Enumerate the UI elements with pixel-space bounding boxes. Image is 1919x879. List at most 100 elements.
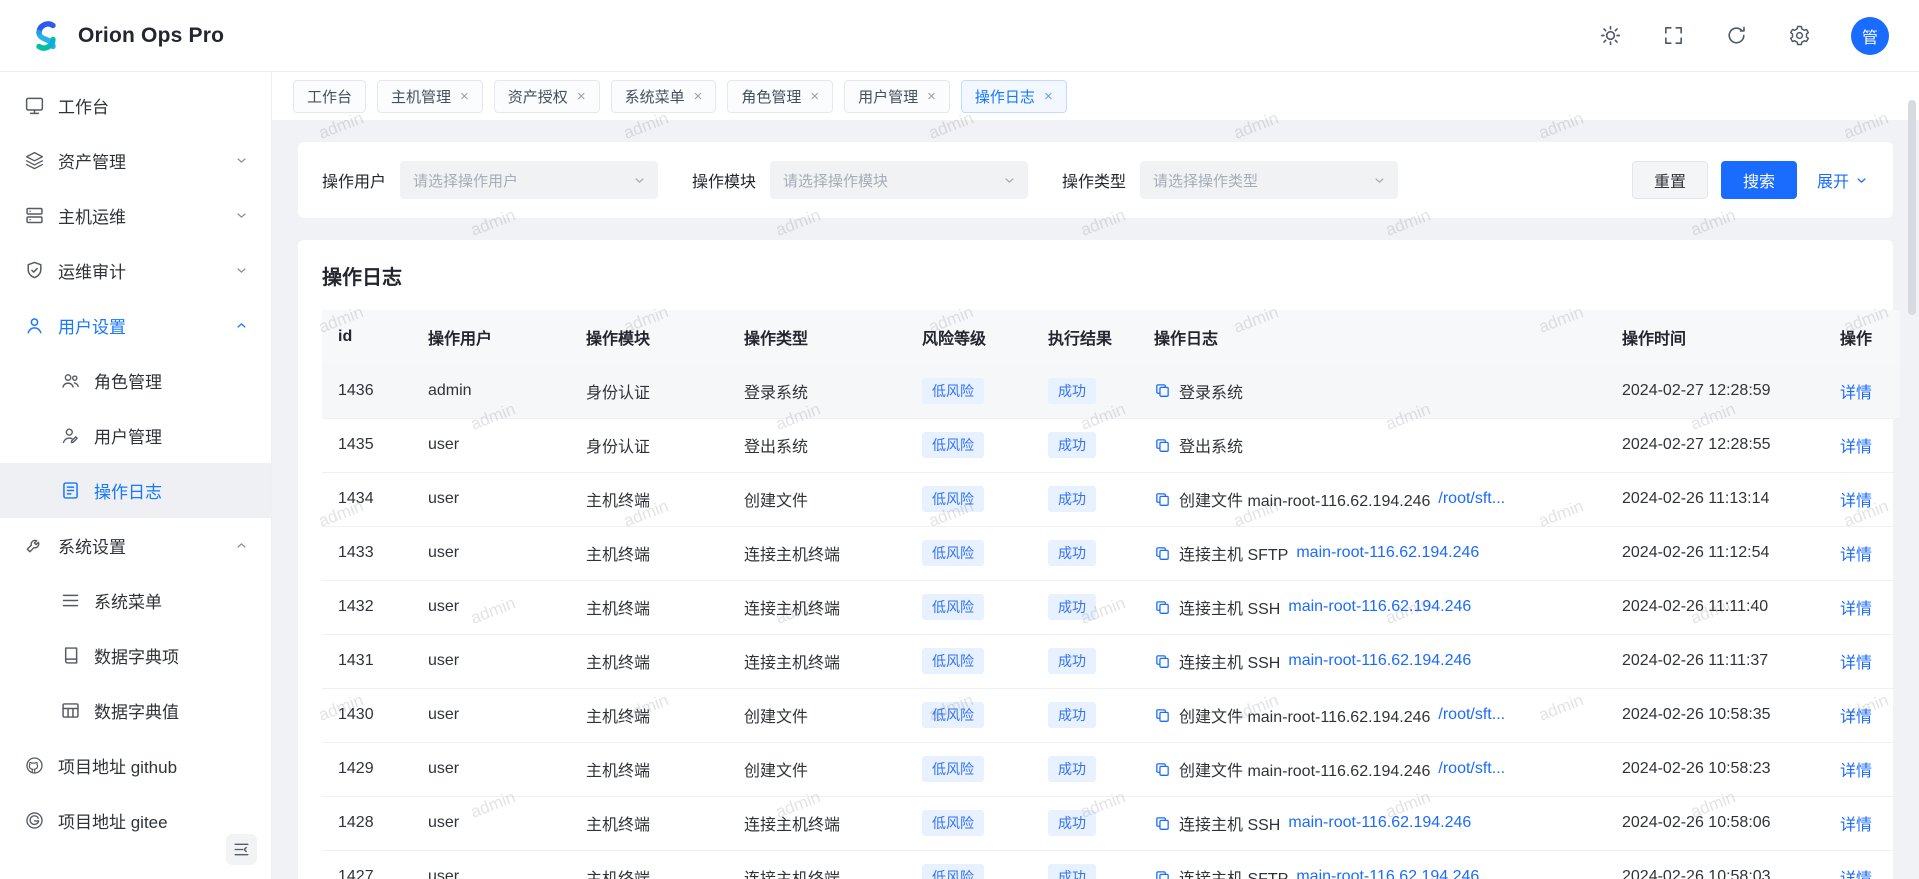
log-text: 创建文件 main-root-116.62.194.246 [1179, 703, 1430, 727]
cell-type: 连接主机终端 [728, 850, 906, 879]
sidebar-item-host-ops[interactable]: 主机运维 [0, 188, 271, 243]
table-row: 1428user主机终端连接主机终端低风险成功连接主机 SSHmain-root… [322, 796, 1900, 850]
copy-icon[interactable] [1154, 382, 1171, 399]
copy-icon[interactable] [1154, 815, 1171, 832]
detail-link[interactable]: 详情 [1840, 817, 1872, 834]
log-link[interactable]: main-root-116.62.194.246 [1296, 544, 1479, 562]
search-button[interactable]: 搜索 [1721, 161, 1797, 199]
tab-asset-auth[interactable]: 资产授权× [494, 80, 600, 113]
copy-icon[interactable] [1154, 869, 1171, 879]
table-row: 1434user主机终端创建文件低风险成功创建文件 main-root-116.… [322, 472, 1900, 526]
tab-role-manage[interactable]: 角色管理× [727, 80, 833, 113]
cell-action: 详情 [1824, 688, 1900, 742]
sidebar-item-dict-value[interactable]: 数据字典值 [0, 683, 271, 738]
table-row: 1435user身份认证登出系统低风险成功登出系统2024-02-27 12:2… [322, 418, 1900, 472]
sidebar-item-user-manage[interactable]: 用户管理 [0, 408, 271, 463]
refresh-icon[interactable] [1725, 24, 1748, 47]
sidebar-item-system-menu[interactable]: 系统菜单 [0, 573, 271, 628]
sidebar-collapse-button[interactable] [226, 834, 257, 865]
sidebar-item-dict-item[interactable]: 数据字典项 [0, 628, 271, 683]
sidebar-item-role-manage[interactable]: 角色管理 [0, 353, 271, 408]
tab-host-manage[interactable]: 主机管理× [377, 80, 483, 113]
settings-gear-icon[interactable] [1788, 24, 1811, 47]
cell-type: 连接主机终端 [728, 580, 906, 634]
cell-type: 连接主机终端 [728, 526, 906, 580]
copy-icon[interactable] [1154, 545, 1171, 562]
cell-module: 主机终端 [570, 634, 728, 688]
table-row: 1427user主机终端连接主机终端低风险成功连接主机 SFTPmain-roo… [322, 850, 1900, 879]
copy-icon[interactable] [1154, 599, 1171, 616]
close-icon[interactable]: × [927, 89, 936, 104]
detail-link[interactable]: 详情 [1840, 871, 1872, 879]
log-text: 创建文件 main-root-116.62.194.246 [1179, 757, 1430, 781]
close-icon[interactable]: × [1044, 89, 1053, 104]
sidebar-item-ops-audit[interactable]: 运维审计 [0, 243, 271, 298]
cell-user: user [412, 580, 570, 634]
op-type-select[interactable]: 请选择操作类型 [1140, 161, 1398, 199]
detail-link[interactable]: 详情 [1840, 601, 1872, 618]
sidebar-item-op-log[interactable]: 操作日志 [0, 463, 271, 518]
reset-button[interactable]: 重置 [1632, 161, 1708, 199]
sidebar-item-user-settings[interactable]: 用户设置 [0, 298, 271, 353]
cell-type: 登出系统 [728, 418, 906, 472]
app-logo[interactable]: Orion Ops Pro [26, 16, 224, 56]
detail-link[interactable]: 详情 [1840, 439, 1872, 456]
vertical-scrollbar[interactable] [1908, 100, 1916, 315]
copy-icon[interactable] [1154, 653, 1171, 670]
cell-result: 成功 [1032, 742, 1138, 796]
detail-link[interactable]: 详情 [1840, 547, 1872, 564]
result-badge: 成功 [1048, 756, 1096, 782]
filter-label: 操作类型 [1062, 168, 1126, 192]
log-link[interactable]: main-root-116.62.194.246 [1288, 598, 1471, 616]
result-badge: 成功 [1048, 594, 1096, 620]
cell-user: user [412, 688, 570, 742]
table-row: 1430user主机终端创建文件低风险成功创建文件 main-root-116.… [322, 688, 1900, 742]
copy-icon[interactable] [1154, 491, 1171, 508]
detail-link[interactable]: 详情 [1840, 493, 1872, 510]
cell-result: 成功 [1032, 418, 1138, 472]
expand-toggle[interactable]: 展开 [1817, 168, 1869, 192]
detail-link[interactable]: 详情 [1840, 763, 1872, 780]
log-link[interactable]: /root/sft... [1438, 490, 1505, 508]
cell-risk: 低风险 [906, 742, 1032, 796]
log-table: id操作用户操作模块操作类型风险等级执行结果操作日志操作时间操作 1436adm… [322, 310, 1900, 879]
tab-workbench[interactable]: 工作台 [293, 80, 366, 113]
close-icon[interactable]: × [577, 89, 586, 104]
audit-icon [24, 260, 45, 281]
table-header-row: id操作用户操作模块操作类型风险等级执行结果操作日志操作时间操作 [322, 310, 1900, 364]
detail-link[interactable]: 详情 [1840, 655, 1872, 672]
cell-module: 主机终端 [570, 742, 728, 796]
close-icon[interactable]: × [460, 89, 469, 104]
log-link[interactable]: /root/sft... [1438, 760, 1505, 778]
tab-system-menu[interactable]: 系统菜单× [611, 80, 717, 113]
fullscreen-icon[interactable] [1662, 24, 1685, 47]
sidebar-item-label: 操作日志 [94, 478, 249, 503]
close-icon[interactable]: × [810, 89, 819, 104]
log-link[interactable]: /root/sft... [1438, 706, 1505, 724]
copy-icon[interactable] [1154, 761, 1171, 778]
sidebar-item-system-settings[interactable]: 系统设置 [0, 518, 271, 573]
log-link[interactable]: main-root-116.62.194.246 [1288, 814, 1471, 832]
detail-link[interactable]: 详情 [1840, 709, 1872, 726]
cell-time: 2024-02-26 10:58:06 [1606, 796, 1824, 850]
copy-icon[interactable] [1154, 437, 1171, 454]
sidebar-item-github[interactable]: 项目地址 github [0, 738, 271, 793]
op-module-select[interactable]: 请选择操作模块 [770, 161, 1028, 199]
sidebar-item-asset-manage[interactable]: 资产管理 [0, 133, 271, 188]
sidebar-item-label: 运维审计 [58, 258, 234, 283]
copy-icon[interactable] [1154, 707, 1171, 724]
detail-link[interactable]: 详情 [1840, 385, 1872, 402]
cell-user: user [412, 526, 570, 580]
log-link[interactable]: main-root-116.62.194.246 [1288, 652, 1471, 670]
close-icon[interactable]: × [694, 89, 703, 104]
tab-op-log[interactable]: 操作日志× [961, 80, 1067, 113]
user-avatar[interactable]: 管 [1851, 17, 1889, 55]
op-user-select[interactable]: 请选择操作用户 [400, 161, 658, 199]
log-link[interactable]: main-root-116.62.194.246 [1296, 868, 1479, 879]
cell-result: 成功 [1032, 472, 1138, 526]
log-cell: 创建文件 main-root-116.62.194.246/root/sft..… [1154, 703, 1590, 727]
cell-action: 详情 [1824, 418, 1900, 472]
tab-user-manage[interactable]: 用户管理× [844, 80, 950, 113]
sidebar-item-workbench[interactable]: 工作台 [0, 78, 271, 133]
theme-toggle-icon[interactable] [1599, 24, 1622, 47]
